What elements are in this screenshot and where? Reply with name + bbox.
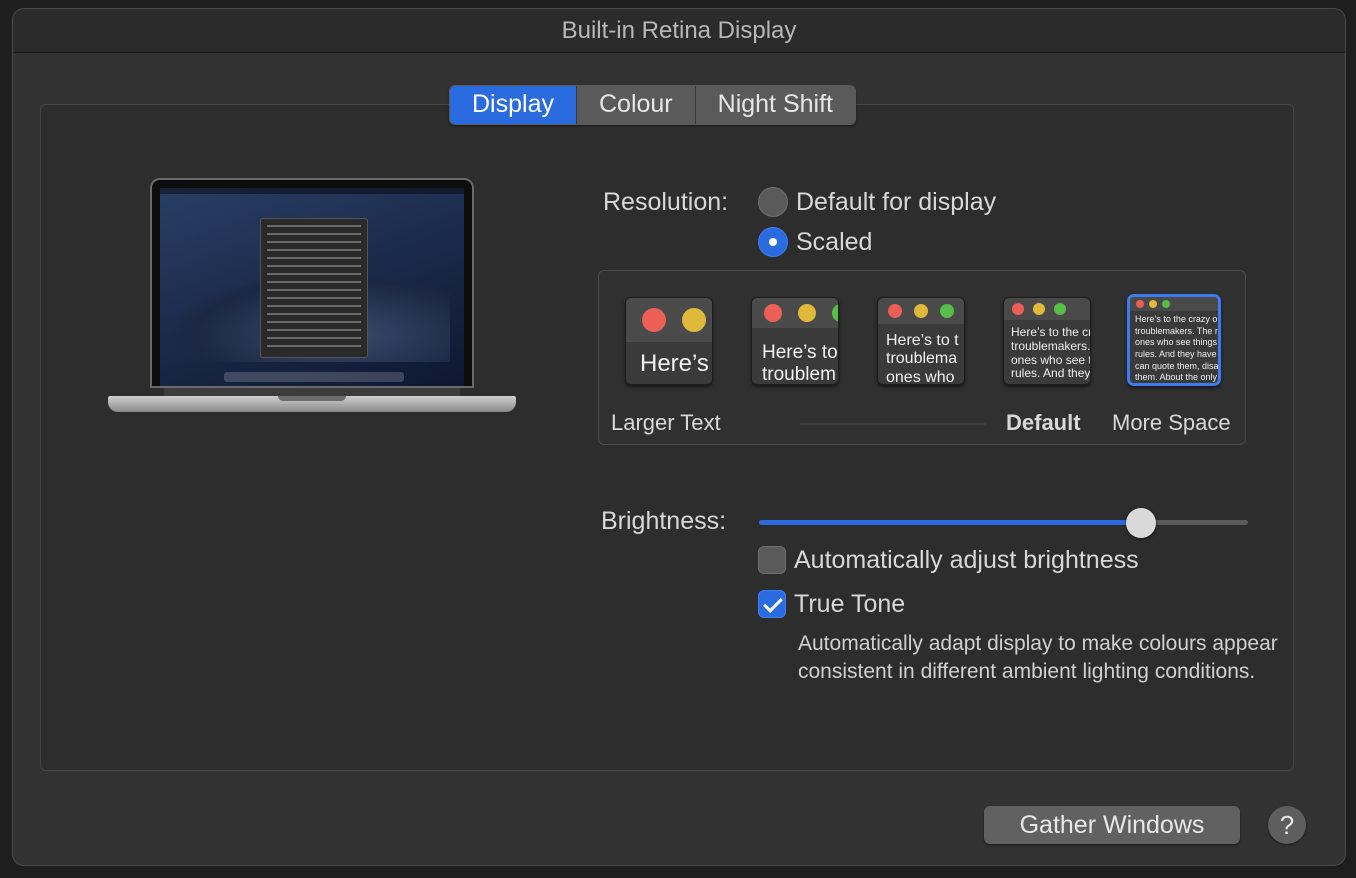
preview-text: Here’s to troublem	[762, 342, 838, 385]
radio-default-for-display[interactable]	[758, 187, 788, 217]
close-dot-icon	[1136, 300, 1144, 308]
scale-preview-larger-text[interactable]: Here’s	[625, 297, 713, 385]
minimize-dot-icon	[1149, 300, 1157, 308]
gather-windows-button[interactable]: Gather Windows	[984, 806, 1240, 844]
auto-brightness-checkbox[interactable]	[758, 546, 786, 574]
mini-menubar	[160, 188, 464, 194]
laptop-hinge	[164, 388, 460, 396]
minimize-dot-icon	[682, 308, 706, 332]
zoom-dot-icon	[1162, 300, 1170, 308]
tab-colour[interactable]: Colour	[576, 86, 696, 124]
preview-text: Here’s	[640, 350, 709, 377]
mini-dock	[224, 372, 404, 382]
mini-document-window	[260, 218, 368, 358]
brightness-slider-fill	[759, 520, 1142, 525]
preview-text: Here’s to the crazy ones troublemakers. …	[1135, 314, 1219, 383]
brightness-slider-knob[interactable]	[1126, 508, 1157, 538]
auto-brightness-label[interactable]: Automatically adjust brightness	[794, 546, 1139, 575]
scale-preview-more-space[interactable]: Here’s to the crazy ones troublemakers. …	[1127, 294, 1221, 386]
tab-display[interactable]: Display	[450, 86, 577, 124]
scale-label-default: Default	[1006, 410, 1081, 435]
laptop-screen-wallpaper	[160, 188, 464, 386]
minimize-dot-icon	[1033, 303, 1045, 315]
segmented-tab-control: Display Colour Night Shift	[449, 85, 856, 125]
scale-track-line	[800, 423, 986, 425]
help-button[interactable]: ?	[1268, 806, 1306, 844]
true-tone-description: Automatically adapt display to make colo…	[798, 632, 1278, 683]
minimize-dot-icon	[914, 304, 928, 318]
preview-text: Here’s to t troublema ones who	[886, 332, 959, 385]
laptop-base	[108, 396, 516, 412]
laptop-illustration	[108, 178, 516, 428]
close-dot-icon	[888, 304, 902, 318]
scale-label-more-space: More Space	[1112, 410, 1231, 435]
scale-label-larger-text: Larger Text	[611, 410, 721, 435]
close-dot-icon	[1012, 303, 1024, 315]
window-title: Built-in Retina Display	[13, 9, 1345, 53]
brightness-label: Brightness:	[601, 507, 727, 535]
close-dot-icon	[764, 304, 782, 322]
laptop-lid	[150, 178, 474, 388]
true-tone-label[interactable]: True Tone	[794, 590, 905, 619]
tab-night-shift[interactable]: Night Shift	[695, 86, 855, 124]
zoom-dot-icon	[1054, 303, 1066, 315]
radio-scaled[interactable]	[758, 227, 788, 257]
scale-preview-2[interactable]: Here’s to troublem	[751, 297, 839, 385]
scale-preview-default[interactable]: Here’s to the cr troublemakers. ones who…	[1003, 297, 1091, 385]
resolution-label: Resolution:	[603, 188, 729, 216]
close-dot-icon	[642, 308, 666, 332]
zoom-dot-icon	[940, 304, 954, 318]
brightness-slider[interactable]	[759, 508, 1248, 538]
preview-text: Here’s to the cr troublemakers. ones who…	[1011, 325, 1091, 381]
minimize-dot-icon	[798, 304, 816, 322]
radio-default-for-display-label[interactable]: Default for display	[796, 188, 996, 217]
scale-preview-3[interactable]: Here’s to t troublema ones who	[877, 297, 965, 385]
true-tone-checkbox[interactable]	[758, 590, 786, 618]
radio-scaled-label[interactable]: Scaled	[796, 228, 872, 257]
